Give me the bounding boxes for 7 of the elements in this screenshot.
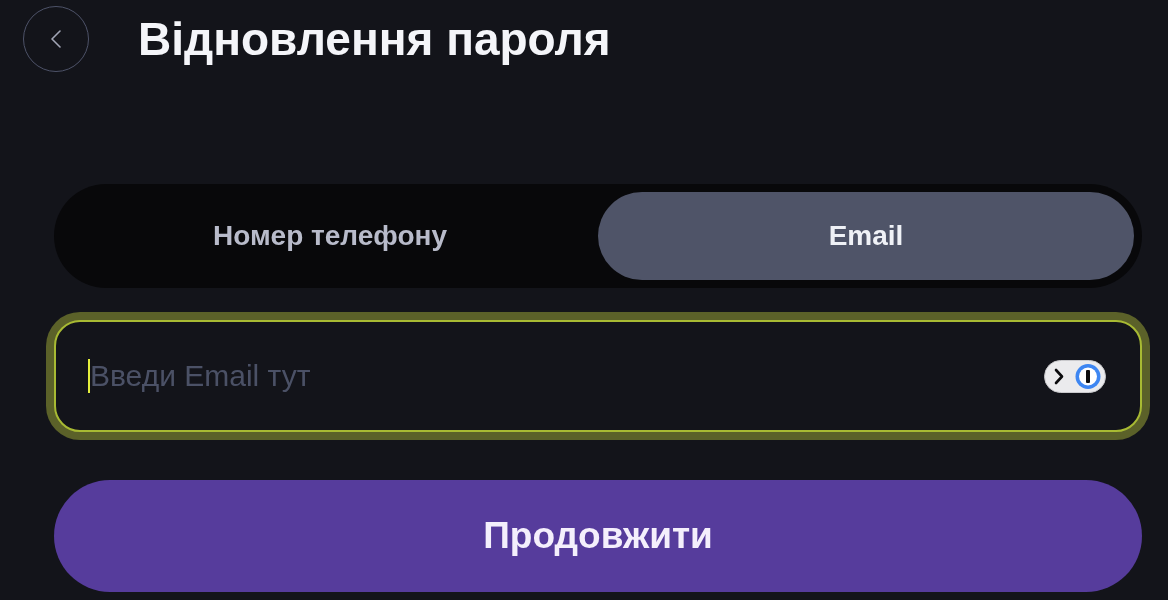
- chevron-left-icon: [51, 30, 61, 48]
- continue-button[interactable]: Продовжити: [54, 480, 1142, 592]
- text-cursor-icon: [88, 359, 90, 393]
- autofill-badge-icon[interactable]: [1044, 360, 1106, 393]
- email-input-field[interactable]: Введи Email тут: [54, 320, 1142, 432]
- tab[interactable]: Email: [598, 192, 1134, 280]
- tab[interactable]: Номер телефону: [62, 192, 598, 280]
